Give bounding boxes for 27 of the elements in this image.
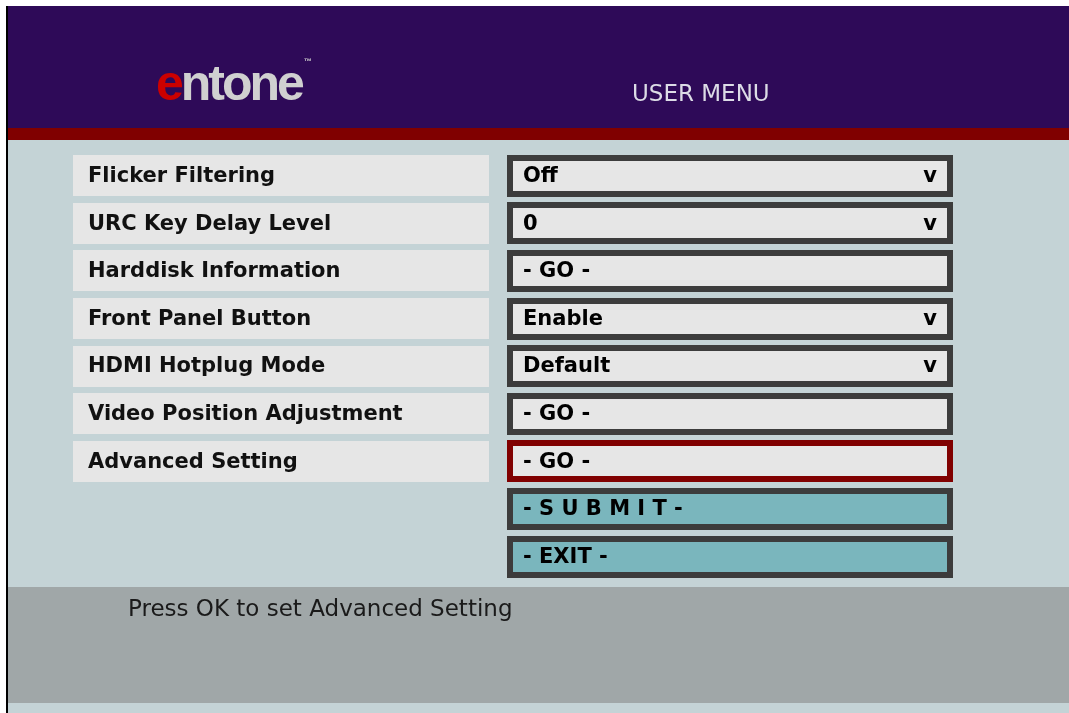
setting-label: Harddisk Information <box>73 250 489 292</box>
setting-label: Advanced Setting <box>73 440 489 482</box>
menu-title: USER MENU <box>632 78 770 108</box>
dropdown-value: Off <box>523 162 558 190</box>
dropdown-arrow: v <box>923 209 937 237</box>
setting-label: URC Key Delay Level <box>73 202 489 244</box>
dropdown-arrow: v <box>923 352 937 380</box>
go-button[interactable]: - GO - <box>507 440 953 483</box>
dropdown[interactable]: Enable v <box>507 297 953 340</box>
dropdown-arrow: v <box>923 162 937 190</box>
go-button[interactable]: - GO - <box>507 250 953 292</box>
dropdown-value: Default <box>523 352 611 380</box>
setting-label: Front Panel Button <box>73 298 489 340</box>
action-button[interactable]: - S U B M I T - <box>507 487 953 530</box>
go-button[interactable]: - GO - <box>507 392 953 435</box>
dropdown[interactable]: Off v <box>507 154 953 197</box>
dropdown-value: Enable <box>523 304 603 332</box>
setting-label: Flicker Filtering <box>73 155 489 197</box>
dropdown[interactable]: Default v <box>507 345 953 388</box>
dropdown[interactable]: 0 v <box>507 202 953 245</box>
dropdown-value: 0 <box>523 209 538 237</box>
brand-logo: entone™ <box>156 58 313 108</box>
setting-label: HDMI Hotplug Mode <box>73 345 489 387</box>
dropdown-arrow: v <box>923 304 937 332</box>
hint-text: Press OK to set Advanced Setting <box>128 595 513 621</box>
setting-label: Video Position Adjustment <box>73 393 489 435</box>
action-button[interactable]: - EXIT - <box>507 535 953 578</box>
